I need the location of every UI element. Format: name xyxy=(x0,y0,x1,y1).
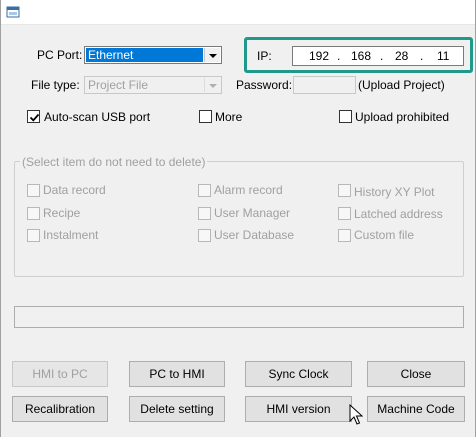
hmi-to-pc-button[interactable]: HMI to PC xyxy=(12,361,108,387)
alarm-record-label: Alarm record xyxy=(214,183,283,197)
alarm-record-checkbox[interactable] xyxy=(198,184,211,197)
data-record-label: Data record xyxy=(43,183,106,197)
title-bar-divider xyxy=(0,24,476,25)
ip-address-field[interactable]: 192 . 168 . 28 . 11 xyxy=(292,46,464,66)
history-xy-plot-checkbox[interactable] xyxy=(338,184,351,197)
latched-address-label: Latched address xyxy=(354,207,443,221)
ip-octet-2[interactable]: 168 xyxy=(351,48,371,64)
upload-project-label: (Upload Project) xyxy=(358,78,445,92)
auto-scan-label[interactable]: Auto-scan USB port xyxy=(44,109,150,125)
ip-dot-3: . xyxy=(420,49,424,63)
file-type-value: Project File xyxy=(88,78,149,92)
title-bar xyxy=(0,0,476,24)
pc-port-label: PC Port: xyxy=(37,48,83,62)
file-type-select[interactable]: Project File xyxy=(84,76,222,94)
ip-octet-4[interactable]: 11 xyxy=(437,48,449,64)
delete-setting-button[interactable]: Delete setting xyxy=(129,396,225,422)
pc-to-hmi-button[interactable]: PC to HMI xyxy=(129,361,225,387)
data-record-checkbox[interactable] xyxy=(27,184,40,197)
history-xy-plot-label: History XY Plot xyxy=(354,185,435,199)
ip-label: IP: xyxy=(257,49,272,63)
pc-port-value: Ethernet xyxy=(86,48,203,62)
ip-octet-1[interactable]: 192 xyxy=(309,48,329,64)
latched-address-checkbox[interactable] xyxy=(338,207,351,220)
machine-code-button[interactable]: Machine Code xyxy=(367,396,465,422)
pc-port-select[interactable]: Ethernet xyxy=(84,46,222,64)
auto-scan-checkbox[interactable] xyxy=(27,110,40,123)
user-database-checkbox[interactable] xyxy=(198,229,211,242)
custom-file-label: Custom file xyxy=(354,228,415,242)
hmi-version-button[interactable]: HMI version xyxy=(245,396,352,422)
custom-file-checkbox[interactable] xyxy=(338,229,351,242)
upload-prohibited-label[interactable]: Upload prohibited xyxy=(355,109,449,125)
ip-octet-3[interactable]: 28 xyxy=(395,48,408,64)
recipe-checkbox[interactable] xyxy=(27,207,40,220)
more-label[interactable]: More xyxy=(215,109,242,125)
checkmark-icon xyxy=(29,113,40,122)
user-manager-checkbox[interactable] xyxy=(198,207,211,220)
close-button[interactable]: Close xyxy=(367,361,465,387)
instalment-checkbox[interactable] xyxy=(27,229,40,242)
file-type-label: File type: xyxy=(31,78,80,92)
chevron-down-icon[interactable] xyxy=(204,48,220,62)
delete-group-title: (Select item do not need to delete) xyxy=(20,154,208,170)
ip-dot-1: . xyxy=(337,49,341,63)
user-manager-label: User Manager xyxy=(214,206,291,220)
ip-dot-2: . xyxy=(380,49,384,63)
user-database-label: User Database xyxy=(214,228,295,242)
upload-prohibited-checkbox[interactable] xyxy=(339,110,352,123)
chevron-down-icon[interactable] xyxy=(204,78,220,92)
mouse-pointer-icon xyxy=(349,403,364,429)
recipe-label: Recipe xyxy=(43,206,81,220)
status-box xyxy=(14,306,464,328)
recalibration-button[interactable]: Recalibration xyxy=(12,396,108,422)
window-border-left xyxy=(0,0,1,437)
more-checkbox[interactable] xyxy=(199,110,212,123)
app-window-icon xyxy=(6,5,20,19)
password-label: Password: xyxy=(236,78,293,92)
password-field[interactable] xyxy=(293,76,356,94)
sync-clock-button[interactable]: Sync Clock xyxy=(245,361,352,387)
instalment-label: Instalment xyxy=(43,228,99,242)
